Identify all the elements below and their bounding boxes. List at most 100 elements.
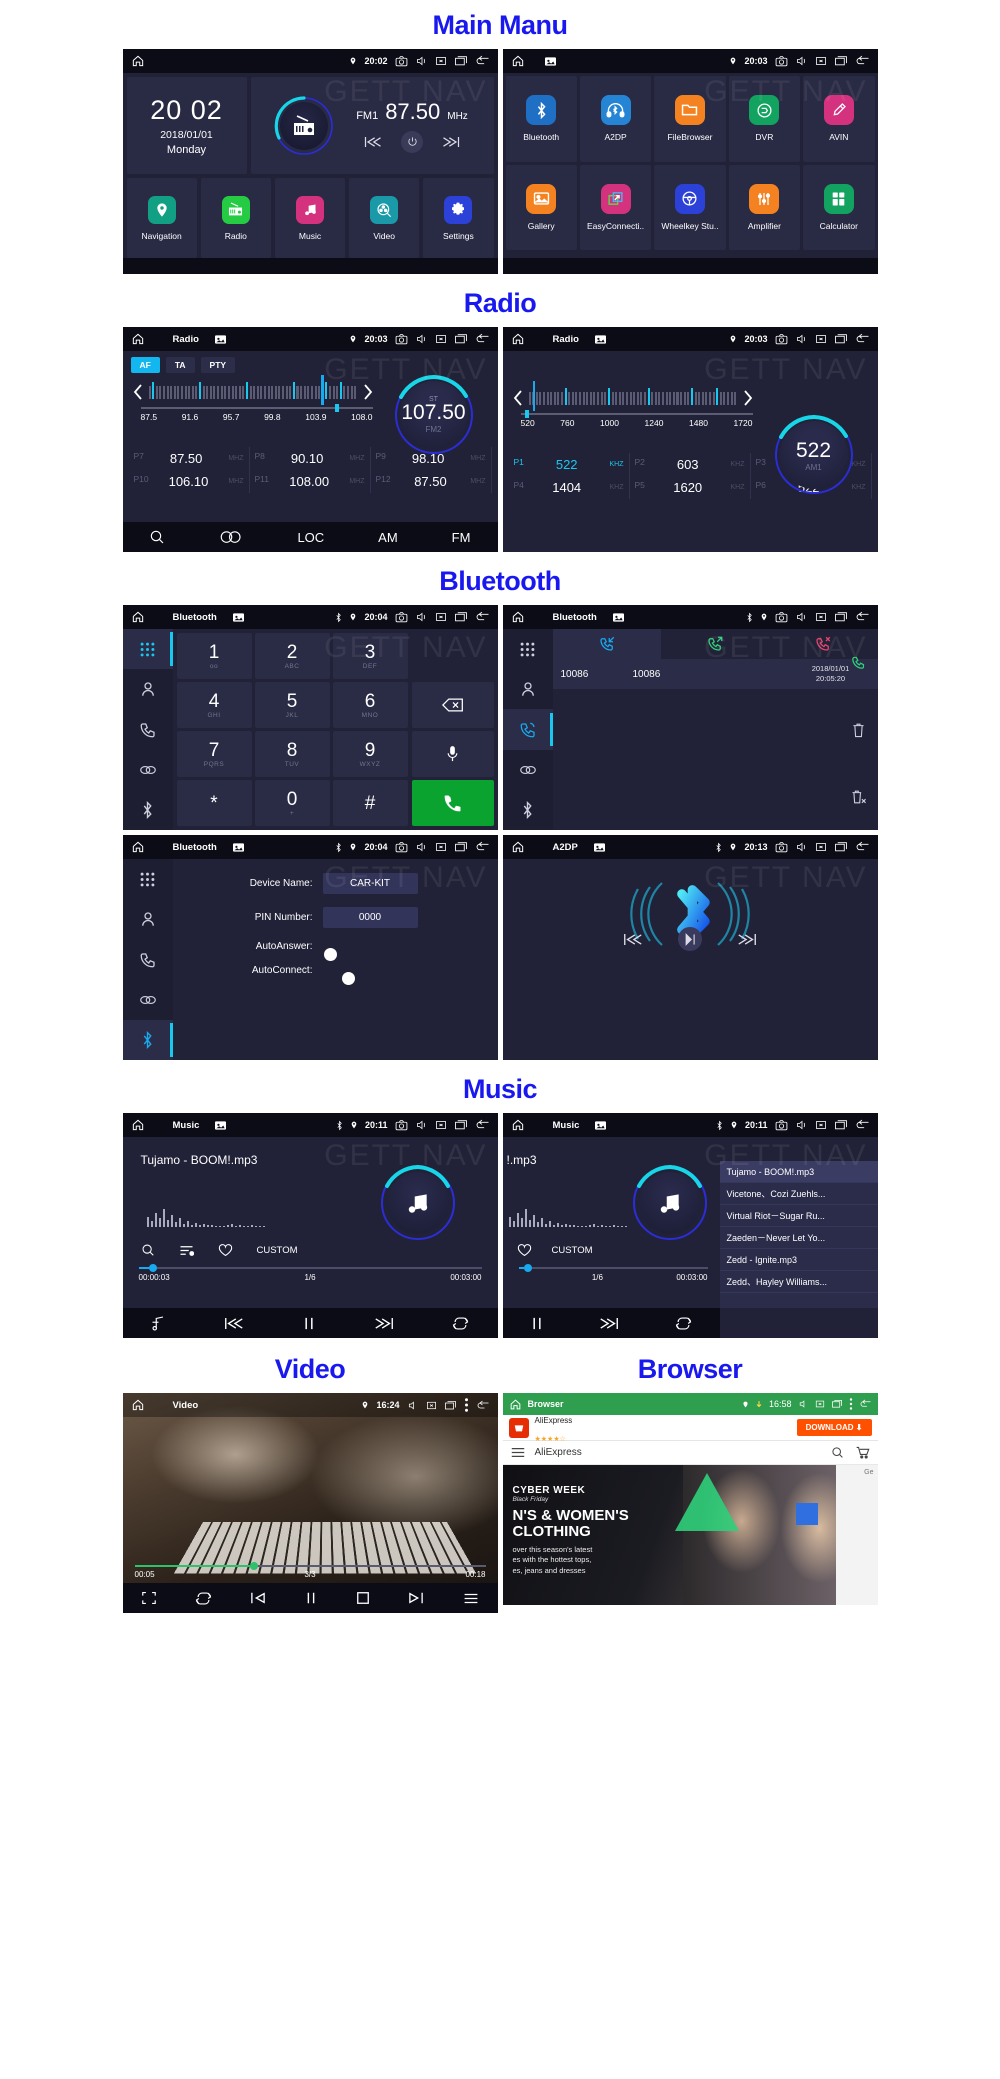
preset-button[interactable]: P1 522 KHZ [509,453,630,476]
back-icon[interactable] [855,333,870,345]
app-settings[interactable]: Settings [423,178,494,258]
frequency-scale[interactable]: 87.5 91.6 95.7 99.8 103.9 108.0 [140,404,373,425]
app-radio[interactable]: Radio [200,178,271,258]
playlist[interactable]: Tujamo - BOOM!.mp3 Vicetone、Cozi Zuehls.… [719,1161,878,1308]
preset-button[interactable]: P4 1404 KHZ [509,476,630,499]
preset-button[interactable]: P11 108.00 MHZ [250,470,371,493]
recents-icon[interactable] [454,611,468,623]
progress-bar[interactable] [134,1561,486,1570]
back-icon[interactable] [855,841,870,853]
camera-icon[interactable] [395,333,408,345]
camera-icon[interactable] [775,841,788,853]
sidebar-item-settings[interactable] [123,790,173,830]
playlist-icon[interactable] [463,1592,479,1605]
recents-icon[interactable] [454,333,468,345]
app-navigation[interactable]: Navigation [126,178,197,258]
volume-icon[interactable] [415,55,428,67]
repeat-icon[interactable] [675,1316,692,1331]
close-icon[interactable] [815,1119,827,1131]
app-ad-banner[interactable]: AliExpress ★★★★☆ DOWNLOAD ⬇ [502,1415,878,1443]
sidebar-item-keypad[interactable] [123,859,173,899]
volume-icon[interactable] [795,55,808,67]
favorite-icon[interactable] [517,1243,532,1257]
sidebar-item-calllog[interactable] [123,939,173,979]
screenshot-icon[interactable] [593,842,605,852]
back-icon[interactable] [475,611,490,623]
previous-track-button[interactable] [223,1316,245,1331]
app-avin[interactable]: AVIN [803,76,875,162]
favorite-icon[interactable] [218,1243,233,1257]
key-0[interactable]: 0 + [254,780,330,826]
app-dvr[interactable]: DVR [728,76,801,162]
back-icon[interactable] [476,1400,490,1411]
sidebar-item-settings[interactable] [503,790,553,830]
camera-icon[interactable] [395,1119,408,1131]
preset-button[interactable]: P7 87.50 MHZ [129,447,250,470]
more-icon[interactable] [464,1398,469,1412]
tab-incoming-calls[interactable] [552,629,661,659]
key-1[interactable]: 1 oo [176,633,252,679]
close-icon[interactable] [815,333,827,345]
tuner-ticks[interactable] [528,381,737,411]
preset-button[interactable]: P12 87.50 MHZ [371,470,492,493]
recents-icon[interactable] [831,1399,843,1409]
tune-up-button[interactable] [361,383,375,401]
previous-track-button[interactable] [622,932,644,947]
app-easyconnect[interactable]: EasyConnecti.. [579,164,652,250]
volume-icon[interactable] [795,841,808,853]
back-icon[interactable] [859,1399,872,1409]
menu-icon[interactable] [511,1447,525,1458]
home-icon[interactable] [511,610,525,624]
cart-icon[interactable] [856,1446,870,1459]
app-bluetooth[interactable]: Bluetooth [505,76,577,162]
next-button[interactable] [441,135,461,149]
volume-icon[interactable] [415,841,428,853]
custom-eq-button[interactable]: CUSTOM [552,1245,593,1256]
screenshot-icon[interactable] [215,1120,227,1130]
close-icon[interactable] [435,611,447,623]
home-icon[interactable] [131,332,145,346]
dial-button[interactable] [840,629,878,696]
more-icon[interactable] [849,1398,853,1410]
scan-loop-icon[interactable] [219,530,243,544]
sidebar-item-calllog[interactable] [123,709,173,749]
fm-button[interactable]: FM [452,530,471,545]
app-music[interactable]: Music [274,178,346,258]
sidebar-item-contacts[interactable] [503,669,553,709]
recents-icon[interactable] [454,1119,468,1131]
list-item[interactable]: Zedd、Hayley Williams... [719,1271,878,1293]
camera-icon[interactable] [395,55,408,67]
tune-down-button[interactable] [511,389,525,407]
list-item[interactable]: Zedd - Ignite.mp3 [719,1249,878,1271]
home-icon[interactable] [131,1398,145,1412]
volume-icon[interactable] [795,1119,808,1131]
volume-icon[interactable] [415,611,428,623]
key-7[interactable]: 7 PQRS [176,731,252,777]
sidebar-item-contacts[interactable] [123,899,173,939]
pin-number-input[interactable]: 0000 [322,907,418,928]
home-icon[interactable] [131,610,145,624]
home-icon[interactable] [511,1118,525,1132]
app-amplifier[interactable]: Amplifier [728,164,801,250]
key-9[interactable]: 9 WXYZ [332,731,408,777]
close-icon[interactable] [435,841,447,853]
repeat-icon[interactable] [452,1316,469,1331]
key-5[interactable]: 5 JKL [254,682,330,728]
previous-video-button[interactable] [249,1591,267,1605]
playlist-icon[interactable] [179,1244,194,1257]
preset-button[interactable]: P5 1620 KHZ [630,476,751,499]
back-icon[interactable] [855,55,870,67]
search-icon[interactable] [141,1243,155,1257]
list-item[interactable]: Vicetone、Cozi Zuehls... [719,1183,878,1205]
recents-icon[interactable] [454,841,468,853]
list-item[interactable]: Tujamo - BOOM!.mp3 [719,1161,878,1183]
backspace-button[interactable] [411,682,494,728]
list-item[interactable]: Virtual Riot－Sugar Ru... [719,1205,878,1227]
key-4[interactable]: 4 GHI [176,682,252,728]
delete-all-button[interactable] [840,763,878,830]
volume-icon[interactable] [795,333,808,345]
screenshot-icon[interactable] [612,612,624,622]
sidebar-item-sync[interactable] [503,750,553,790]
previous-button[interactable] [363,135,383,149]
call-log-row[interactable]: 10086 10086 2018/01/01 20:05:20 [552,659,878,689]
